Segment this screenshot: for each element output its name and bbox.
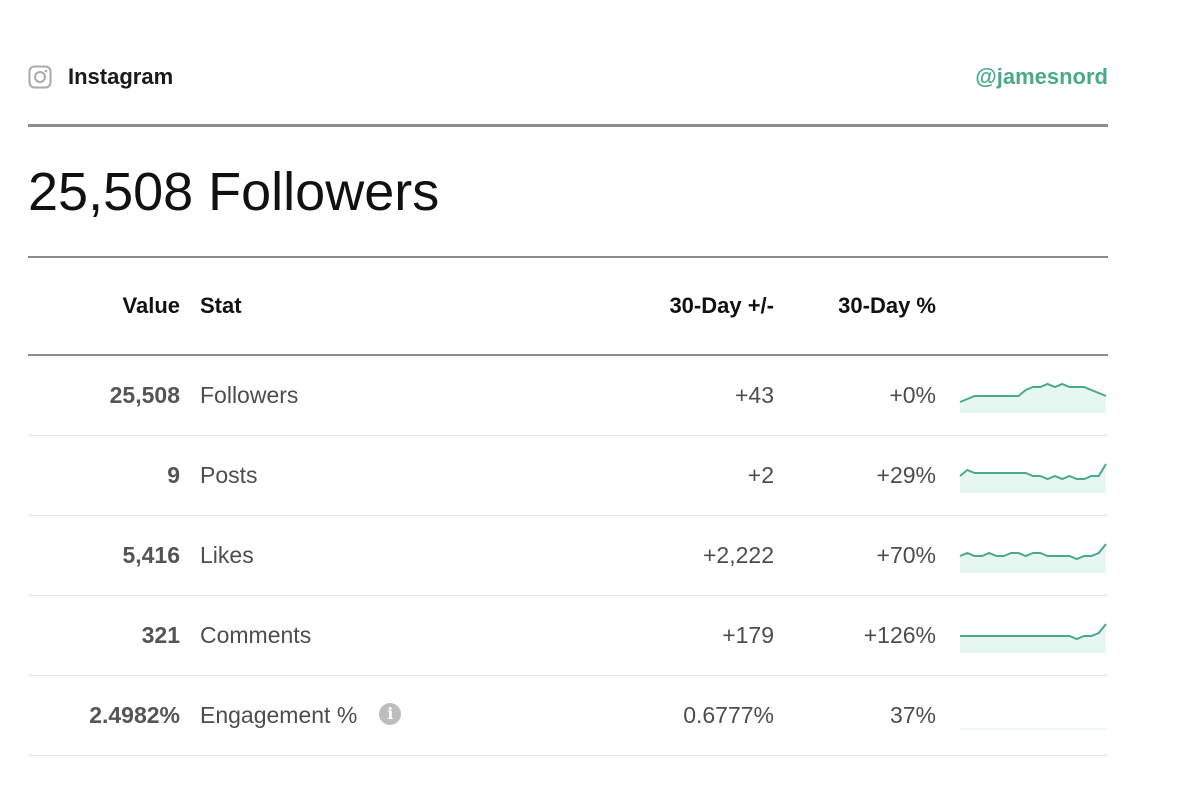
stat-value-cell: 9: [28, 435, 180, 516]
trend-cell: [936, 675, 1108, 756]
profile-handle-link[interactable]: @jamesnord: [975, 64, 1108, 90]
stat-30-day-percent-cell: 37%: [774, 675, 936, 756]
stat-30-day-change-cell: +2: [566, 435, 774, 516]
column-header-30-day-change: 30-Day +/-: [566, 258, 774, 356]
stat-name: Posts: [200, 462, 258, 488]
stat-name-cell: Comments: [180, 595, 566, 676]
stat-30-day-percent-cell: +29%: [774, 435, 936, 516]
stat-value: 2.4982%: [89, 702, 180, 728]
stat-name: Engagement %: [200, 702, 358, 728]
table-row: 2.4982% Engagement % i 0.6777% 37%: [28, 675, 1108, 756]
headline-block: 25,508 Followers: [28, 127, 1108, 258]
followers-headline: 25,508 Followers: [28, 162, 440, 222]
info-icon[interactable]: i: [379, 703, 402, 725]
stat-30-day-percent: +126%: [863, 622, 936, 648]
stat-value: 5,416: [122, 542, 180, 568]
stat-name-cell: Likes: [180, 515, 566, 596]
column-header-stat: Stat: [180, 258, 566, 356]
stat-30-day-percent: 37%: [889, 702, 936, 728]
trend-area: [960, 543, 1106, 573]
trend-line: [960, 622, 1107, 640]
stat-30-day-percent-cell: +70%: [774, 515, 936, 596]
stat-value-cell: 321: [28, 595, 180, 676]
table-row: 5,416 Likes +2,222 +70%: [28, 515, 1108, 596]
stat-value: 9: [167, 462, 180, 488]
card-header: Instagram @jamesnord: [28, 0, 1108, 127]
instagram-stats-card: Instagram @jamesnord 25,508 Followers Va…: [28, 0, 1108, 756]
stat-name: Likes: [200, 542, 254, 568]
stat-30-day-change-cell: +179: [566, 595, 774, 676]
stats-table: Value Stat 30-Day +/- 30-Day % 25,508 Fol…: [28, 258, 1108, 756]
stat-30-day-change: +179: [722, 622, 774, 648]
stat-name: Comments: [200, 622, 312, 648]
stat-30-day-percent-cell: +0%: [774, 355, 936, 436]
column-header-trend: [936, 258, 1108, 356]
table-row: 25,508 Followers +43 +0%: [28, 355, 1108, 436]
stat-30-day-change-cell: 0.6777%: [566, 675, 774, 756]
stat-name: Followers: [200, 382, 299, 408]
stat-30-day-change: +2: [747, 462, 774, 488]
trend-cell: [936, 435, 1108, 516]
trend-sparkline: [959, 462, 1107, 493]
stat-30-day-change: 0.6777%: [683, 702, 774, 728]
trend-cell: [936, 355, 1108, 436]
stat-value: 25,508: [109, 382, 180, 408]
stat-value-cell: 5,416: [28, 515, 180, 596]
stat-value-cell: 25,508: [28, 355, 180, 436]
stat-30-day-change-cell: +43: [566, 355, 774, 436]
stat-30-day-change-cell: +2,222: [566, 515, 774, 596]
stat-30-day-percent: +0%: [889, 382, 936, 408]
trend-cell: [936, 595, 1108, 676]
table-row: 321 Comments +179 +126%: [28, 595, 1108, 676]
stat-30-day-change: +43: [734, 382, 774, 408]
stat-name-cell: Followers: [180, 355, 566, 436]
column-header-30-day-percent: 30-Day %: [774, 258, 936, 356]
column-header-value: Value: [28, 258, 180, 356]
trend-sparkline: [960, 727, 1106, 730]
trend-area: [960, 383, 1106, 413]
stat-30-day-change: +2,222: [703, 542, 774, 568]
stat-name-cell: Posts: [180, 435, 566, 516]
stat-value: 321: [141, 622, 180, 648]
trend-area: [960, 623, 1106, 653]
table-row: 9 Posts +2 +29%: [28, 435, 1108, 516]
stat-name-cell: Engagement % i: [180, 675, 566, 756]
trend-cell: [936, 515, 1108, 596]
trend-sparkline: [959, 382, 1107, 413]
stat-30-day-percent: +29%: [876, 462, 936, 488]
stat-30-day-percent-cell: +126%: [774, 595, 936, 676]
stat-value-cell: 2.4982%: [28, 675, 180, 756]
trend-sparkline: [960, 622, 1107, 653]
trend-sparkline: [959, 542, 1107, 573]
stat-30-day-percent: +70%: [876, 542, 936, 568]
table-header-row: Value Stat 30-Day +/- 30-Day %: [28, 258, 1108, 356]
instagram-icon: [28, 65, 52, 89]
platform-name: Instagram: [68, 64, 174, 89]
